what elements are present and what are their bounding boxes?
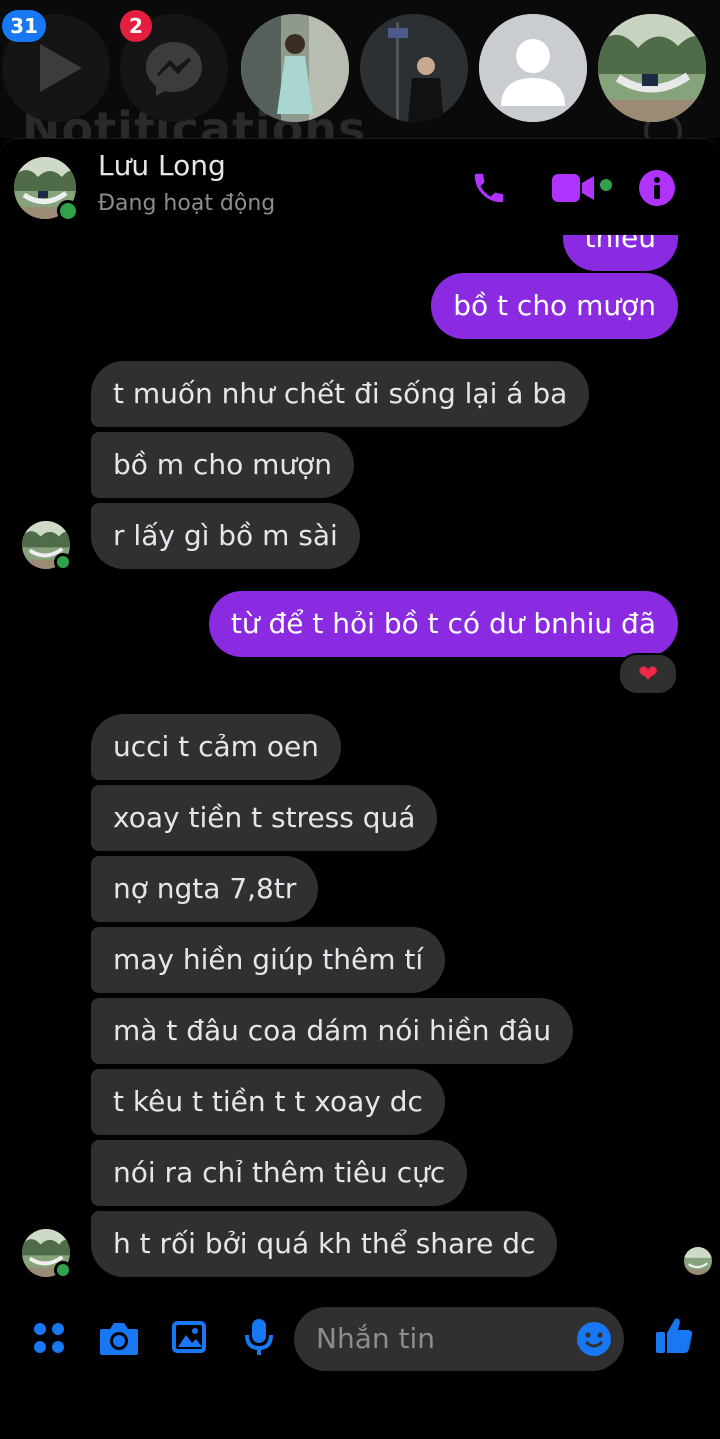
chat-heads-bar: Notifications 31 2 bbox=[0, 0, 720, 138]
online-indicator bbox=[57, 200, 79, 222]
message-input[interactable]: Nhắn tin bbox=[294, 1307, 624, 1371]
like-thumbs-up-icon[interactable] bbox=[654, 1315, 694, 1355]
message-bubble-incoming[interactable]: mà t đâu coa dám nói hiền đâu bbox=[91, 998, 574, 1064]
message-composer: Nhắn tin bbox=[0, 1299, 720, 1389]
message-bubble-incoming[interactable]: t kêu t tiền t t xoay dc bbox=[91, 1069, 445, 1135]
message-bubble-outgoing[interactable]: thiếu bbox=[562, 235, 678, 271]
online-indicator bbox=[54, 553, 72, 571]
message-bubble-outgoing[interactable]: bồ t cho mượn bbox=[431, 273, 678, 339]
contact-photo-boy bbox=[360, 14, 468, 122]
messenger-badge: 2 bbox=[120, 10, 152, 42]
message-bubble-incoming[interactable]: nợ ngta 7,8tr bbox=[91, 856, 319, 922]
seen-receipt-avatar bbox=[684, 1247, 712, 1275]
message-bubble-outgoing[interactable]: từ để t hỏi bồ t có dư bnhiu đã bbox=[208, 591, 678, 657]
video-call-icon[interactable] bbox=[550, 171, 596, 205]
contact-photo-hammock bbox=[598, 14, 706, 122]
video-badge: 31 bbox=[2, 10, 46, 42]
chat-head-contact-2[interactable] bbox=[360, 14, 468, 122]
message-bubble-incoming[interactable]: t muốn như chết đi sống lại á ba bbox=[91, 361, 590, 427]
chat-head-contact-1[interactable] bbox=[241, 14, 349, 122]
chat-head-contact-3[interactable] bbox=[479, 14, 587, 122]
contact-name[interactable]: Lưu Long bbox=[98, 149, 226, 182]
phone-call-icon[interactable] bbox=[470, 169, 508, 207]
message-bubble-incoming[interactable]: r lấy gì bồ m sài bbox=[91, 503, 360, 569]
message-bubble-incoming[interactable]: xoay tiền t stress quá bbox=[91, 785, 438, 851]
message-bubble-incoming[interactable]: bồ m cho mượn bbox=[91, 432, 355, 498]
message-list[interactable]: thiếu bồ t cho mượn t muốn như chết đi s… bbox=[0, 235, 720, 1291]
menu-grid-icon[interactable] bbox=[32, 1321, 66, 1355]
message-bubble-incoming[interactable]: ucci t cảm oen bbox=[91, 714, 341, 780]
camera-icon[interactable] bbox=[98, 1319, 140, 1357]
gallery-icon[interactable] bbox=[170, 1319, 208, 1355]
microphone-icon[interactable] bbox=[244, 1317, 274, 1357]
contact-photo-hammock bbox=[684, 1247, 712, 1275]
message-bubble-incoming[interactable]: h t rối bởi quá kh thể share dc bbox=[91, 1211, 558, 1277]
message-bubble-incoming[interactable]: may hiền giúp thêm tí bbox=[91, 927, 446, 993]
message-bubble-incoming[interactable]: nói ra chỉ thêm tiêu cực bbox=[91, 1140, 468, 1206]
chat-panel: Lưu Long Đang hoạt động thiếu bồ t cho m… bbox=[0, 138, 720, 1439]
info-icon[interactable] bbox=[638, 169, 676, 207]
default-avatar-icon bbox=[479, 14, 587, 122]
chat-head-contact-4[interactable] bbox=[598, 14, 706, 122]
message-input-placeholder: Nhắn tin bbox=[316, 1322, 435, 1355]
emoji-icon[interactable] bbox=[576, 1321, 612, 1357]
video-active-dot bbox=[600, 179, 612, 191]
contact-status: Đang hoạt động bbox=[98, 191, 276, 216]
online-indicator bbox=[54, 1261, 72, 1279]
contact-photo-girl bbox=[241, 14, 349, 122]
heart-reaction-icon[interactable]: ❤ bbox=[618, 653, 678, 695]
